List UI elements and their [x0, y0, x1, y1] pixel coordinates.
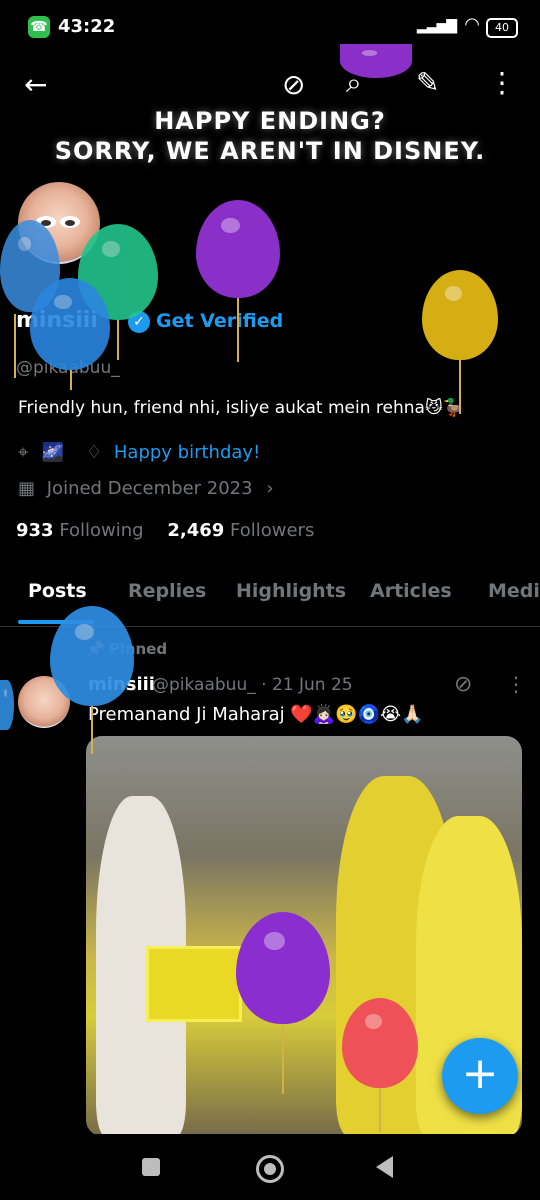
- banner-line-1: HAPPY ENDING?: [154, 107, 386, 135]
- compose-button[interactable]: +: [442, 1038, 518, 1114]
- edit-icon[interactable]: ✎: [416, 66, 439, 99]
- balloon-string: [282, 1024, 284, 1094]
- followers-link[interactable]: 2,469 Followers: [167, 520, 314, 541]
- followers-label: Followers: [230, 520, 315, 541]
- grok-icon[interactable]: ⊘: [282, 68, 305, 101]
- tab-media[interactable]: Media: [488, 580, 540, 602]
- balloon-string: [117, 320, 119, 360]
- header-banner: HAPPY ENDING? SORRY, WE AREN'T IN DISNEY…: [0, 106, 540, 166]
- following-count: 933: [16, 520, 54, 541]
- balloon-blue-mid: [30, 278, 110, 370]
- balloon-string: [379, 1088, 381, 1132]
- recents-icon[interactable]: [142, 1158, 160, 1176]
- following-link[interactable]: 933 Following: [16, 520, 144, 541]
- balloon-red: [342, 998, 418, 1088]
- balloon-purple-top: [340, 44, 412, 78]
- home-icon[interactable]: [256, 1155, 284, 1183]
- birthday-row: ♢ Happy birthday!: [86, 442, 260, 463]
- tab-highlights[interactable]: Highlights: [236, 580, 346, 602]
- post-text: Premanand Ji Maharaj ❤️🙇🏻‍♀️🥹🧿😭🙏🏻: [88, 704, 424, 725]
- top-bar: ← ⊘ ⌕ ✎ ⋮: [0, 60, 540, 110]
- signal-icon: ▂▃▅▇: [416, 18, 457, 34]
- balloon-string: [459, 360, 461, 414]
- location-row: ⌖ 🌌: [18, 442, 64, 463]
- phone-call-icon: ☎: [28, 16, 50, 38]
- post-handle-date: @pikaabuu_ · 21 Jun 25: [152, 675, 353, 695]
- status-time: 43:22: [58, 16, 116, 37]
- grok-icon[interactable]: ⊘: [454, 672, 472, 697]
- profile-bio: Friendly hun, friend nhi, isliye aukat m…: [18, 398, 464, 418]
- location-pin-icon: ⌖: [18, 442, 29, 463]
- balloon-blue-post: [50, 606, 134, 706]
- image-cloth-frame: [146, 946, 242, 1022]
- joined-text: Joined December 2023: [46, 478, 253, 499]
- balloon-string: [70, 370, 72, 390]
- battery-icon: 40: [486, 18, 518, 38]
- get-verified-button[interactable]: Get Verified: [156, 310, 283, 332]
- tab-articles[interactable]: Articles: [370, 580, 452, 602]
- wifi-icon: ◠: [464, 14, 480, 35]
- balloon-icon: ♢: [86, 442, 103, 463]
- tab-replies[interactable]: Replies: [128, 580, 206, 602]
- balloon-blue-edge: [0, 680, 14, 730]
- balloon-purple-bottom: [236, 912, 330, 1024]
- back-icon[interactable]: [376, 1156, 393, 1178]
- following-label: Following: [59, 520, 144, 541]
- chevron-right-icon: ›: [266, 478, 274, 499]
- status-bar: ☎ 43:22 ▂▃▅▇ ◠ 40: [0, 0, 540, 56]
- balloon-string: [14, 314, 16, 378]
- joined-row[interactable]: ▦ Joined December 2023 ›: [18, 478, 274, 499]
- balloon-purple: [196, 200, 280, 298]
- post-more-icon[interactable]: ⋮: [506, 672, 526, 696]
- balloon-string: [237, 298, 239, 362]
- back-arrow-icon[interactable]: ←: [24, 68, 47, 101]
- followers-count: 2,469: [167, 520, 225, 541]
- calendar-icon: ▦: [18, 478, 36, 499]
- location-text: 🌌: [41, 442, 65, 463]
- more-icon[interactable]: ⋮: [488, 66, 516, 99]
- follow-counts: 933 Following 2,469 Followers: [16, 520, 314, 541]
- balloon-yellow: [422, 270, 498, 360]
- banner-line-2: SORRY, WE AREN'T IN DISNEY.: [54, 137, 486, 165]
- birthday-text[interactable]: Happy birthday!: [114, 442, 260, 463]
- balloon-string: [91, 706, 93, 754]
- tab-posts[interactable]: Posts: [28, 580, 87, 602]
